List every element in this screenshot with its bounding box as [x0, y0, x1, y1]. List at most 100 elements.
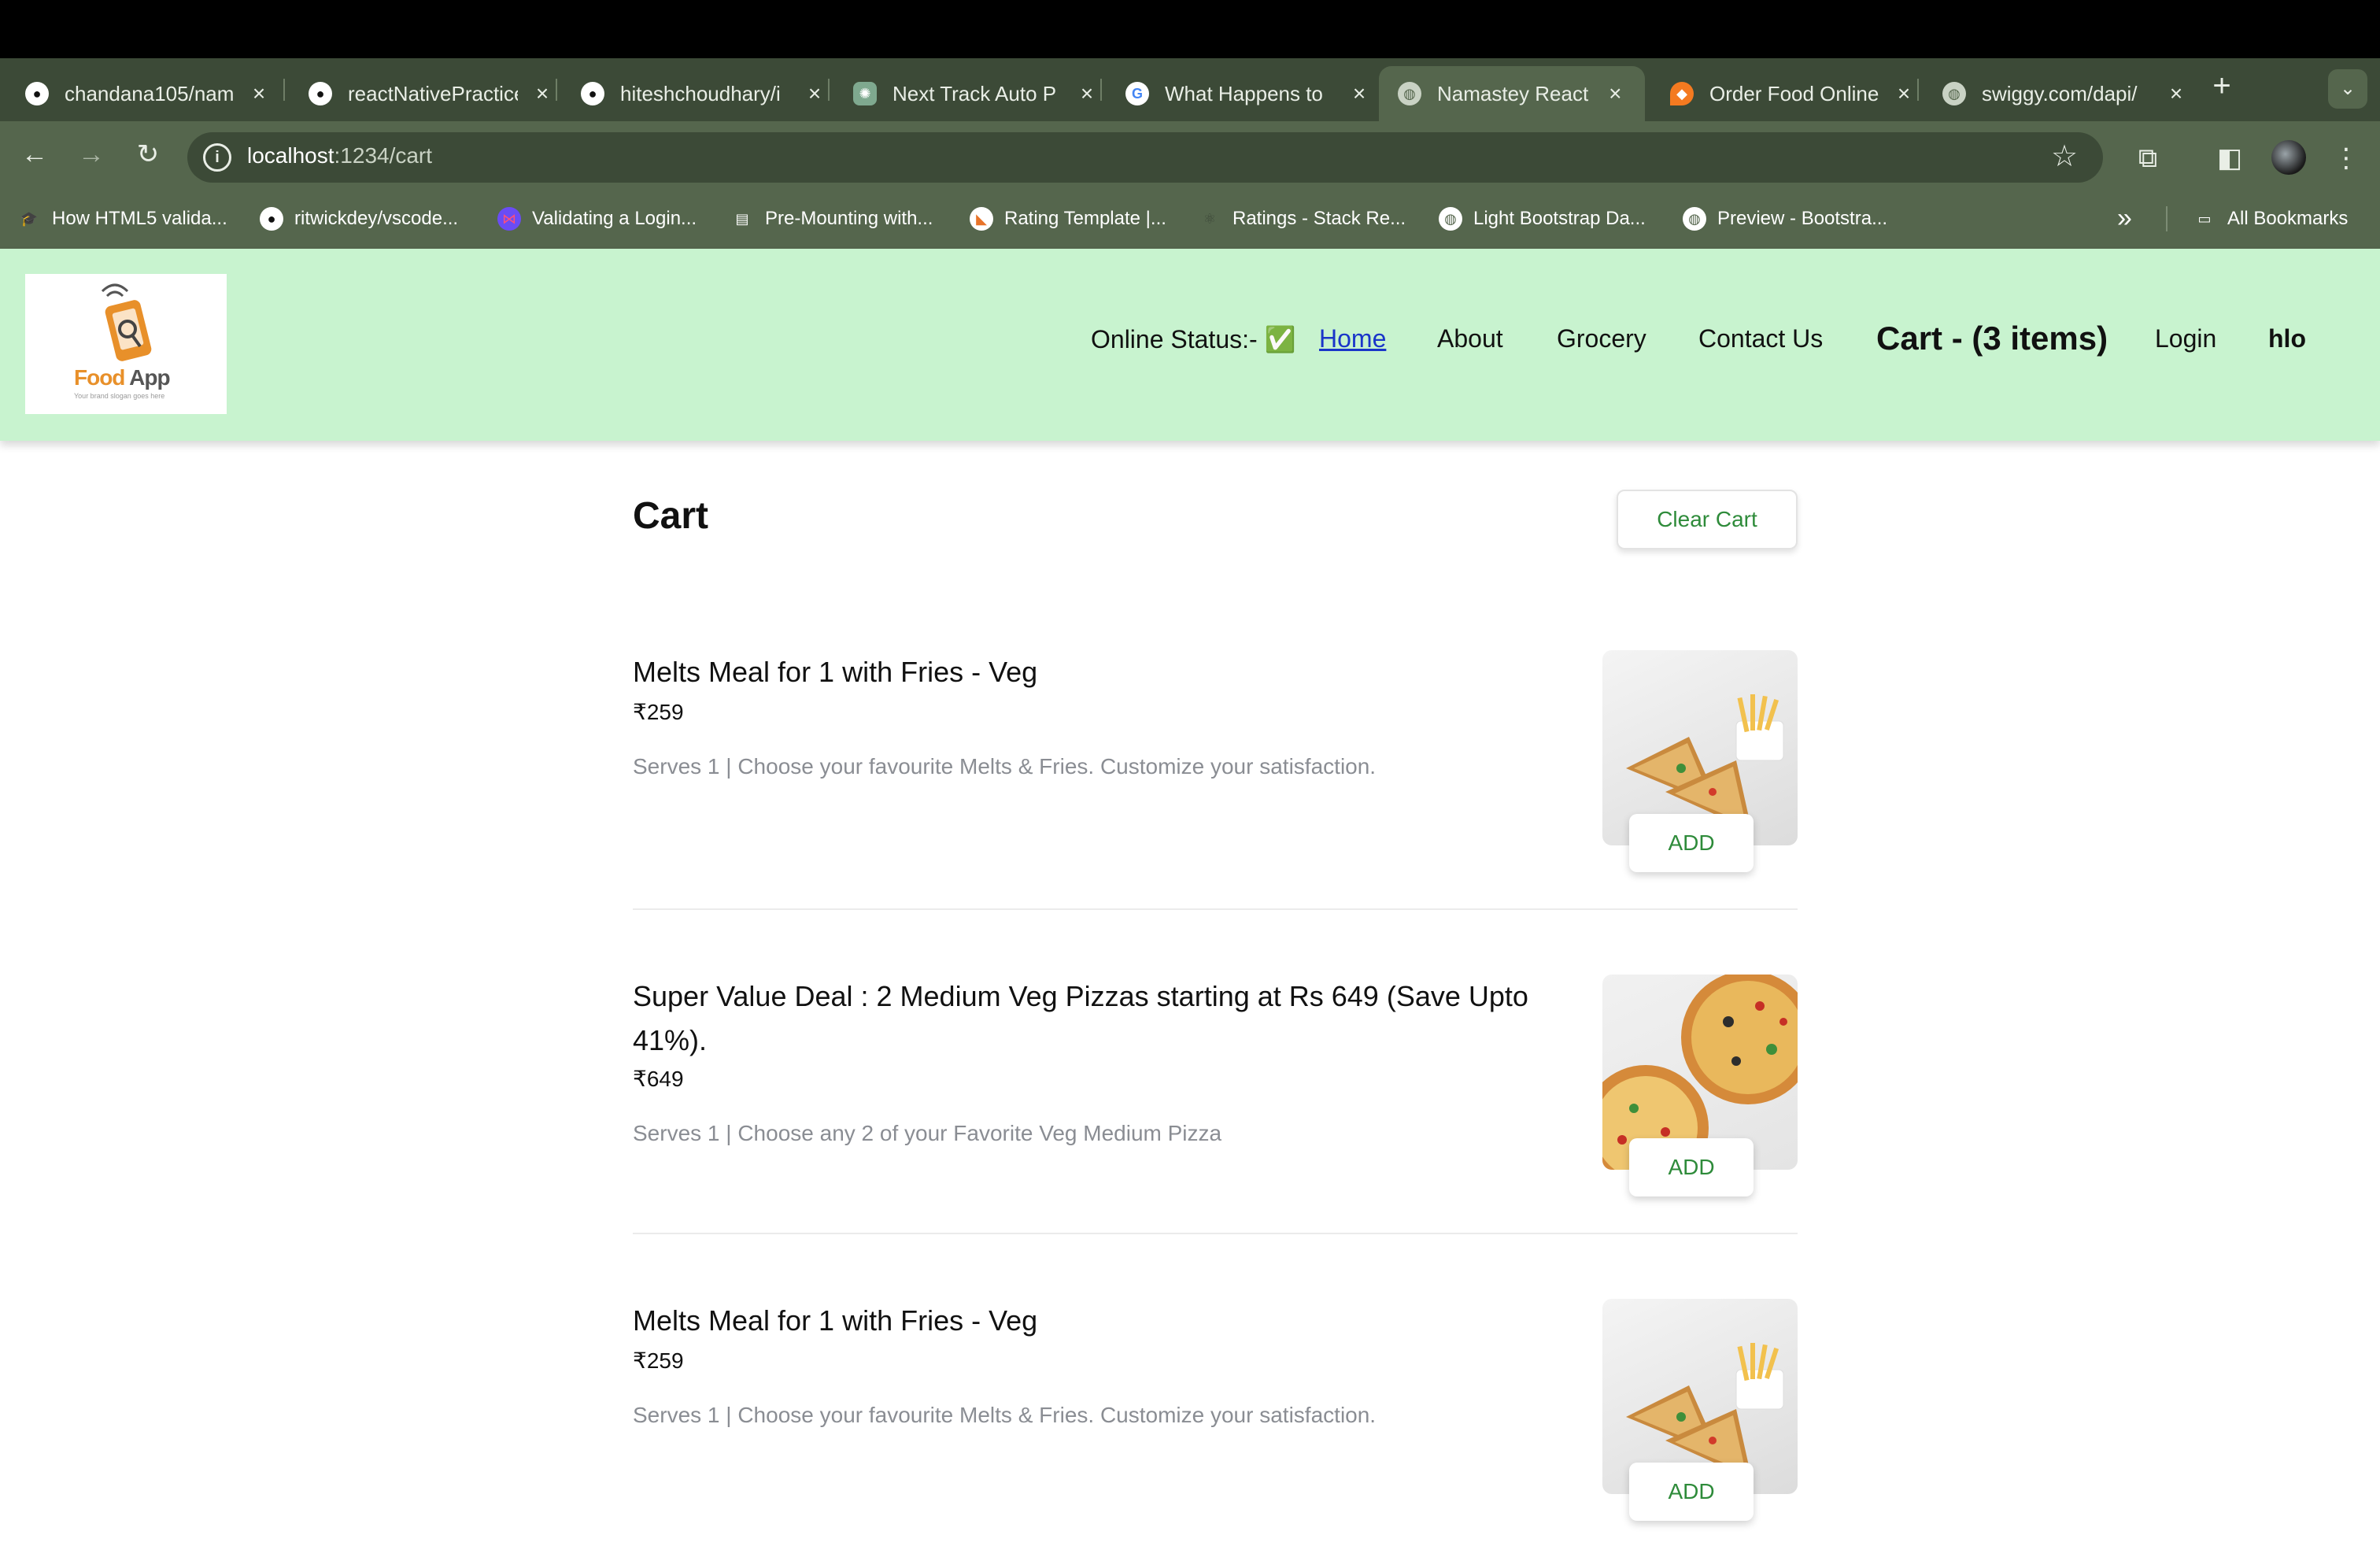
bookmark-item[interactable]: ⚛ Ratings - Stack Re... — [1198, 205, 1406, 233]
profile-avatar[interactable] — [2271, 140, 2306, 175]
browser-tab[interactable]: ● hiteshchoudhary/i × — [562, 66, 845, 121]
close-icon[interactable]: × — [1347, 81, 1371, 106]
github-icon: ● — [260, 207, 283, 231]
back-arrow-icon[interactable]: ← — [13, 132, 57, 176]
bookmark-item[interactable]: 🎓 How HTML5 valida... — [17, 205, 227, 233]
close-icon[interactable]: × — [1075, 81, 1099, 106]
nav-grocery-link[interactable]: Grocery — [1557, 324, 1646, 353]
bookmark-label: Rating Template |... — [1004, 208, 1166, 229]
tab-separator — [1917, 79, 1919, 101]
tab-search-button[interactable]: ⌄ — [2328, 69, 2367, 109]
site-info-icon[interactable]: i — [203, 143, 231, 172]
bookmark-item[interactable]: ▤ Pre-Mounting with... — [730, 205, 933, 233]
all-bookmarks-button[interactable]: ▭ All Bookmarks — [2193, 205, 2348, 233]
folder-icon: ▭ — [2197, 210, 2212, 227]
address-url[interactable]: localhost:1234/cart — [247, 143, 432, 168]
github-icon: ● — [25, 82, 49, 105]
side-panel-icon[interactable]: ◧ — [2210, 139, 2249, 178]
add-button[interactable]: ADD — [1629, 1138, 1754, 1196]
bookmark-label: Validating a Login... — [532, 208, 697, 229]
all-bookmarks-label: All Bookmarks — [2227, 208, 2349, 229]
close-icon[interactable]: × — [530, 81, 554, 106]
tab-separator — [828, 79, 830, 101]
cart-item: Super Value Deal : 2 Medium Veg Pizzas s… — [633, 975, 1798, 1234]
tab-separator — [1100, 79, 1102, 101]
bookmark-label: Preview - Bootstra... — [1717, 208, 1888, 229]
app-logo[interactable]: Food App Your brand slogan goes here — [25, 274, 227, 414]
bookmark-item[interactable]: ⋈ Validating a Login... — [497, 205, 697, 233]
browser-tab[interactable]: ● reactNativePractice × — [290, 66, 573, 121]
globe-icon: ◍ — [1439, 207, 1462, 231]
tab-title: Namastey React — [1437, 81, 1589, 105]
browser-tab[interactable]: ✺ Next Track Auto P × — [834, 66, 1118, 121]
bookmark-item[interactable]: ◣ Rating Template |... — [970, 205, 1166, 233]
cart-item: Melts Meal for 1 with Fries - Veg ₹259 S… — [633, 650, 1798, 910]
page-title: Cart — [633, 495, 709, 537]
react-icon: ⚛ — [1203, 210, 1217, 227]
bookmark-item[interactable]: ◍ Preview - Bootstra... — [1683, 205, 1887, 233]
chatgpt-icon: ✺ — [853, 82, 877, 105]
address-bar[interactable] — [187, 132, 2103, 183]
close-icon[interactable]: × — [1892, 81, 1916, 106]
logo-text: Food App — [74, 365, 171, 390]
globe-icon: ◍ — [1683, 207, 1706, 231]
tab-title: Next Track Auto P — [893, 81, 1057, 105]
item-description: Serves 1 | Choose any 2 of your Favorite… — [633, 1121, 1222, 1145]
item-name: Melts Meal for 1 with Fries - Veg — [633, 1304, 1038, 1337]
bookmark-separator — [2166, 206, 2168, 231]
item-name: Super Value Deal : 2 Medium Veg Pizzas s… — [633, 980, 1528, 1056]
nav-contact-link[interactable]: Contact Us — [1698, 324, 1823, 353]
close-icon[interactable]: × — [2164, 81, 2188, 106]
google-icon: G — [1125, 82, 1149, 105]
tab-separator — [556, 79, 557, 101]
reload-icon[interactable]: ↻ — [126, 132, 170, 176]
logo-tagline: Your brand slogan goes here — [74, 392, 165, 400]
browser-tab[interactable]: ◍ swiggy.com/dapi/ × — [1924, 66, 2207, 121]
browser-tab[interactable]: ● chandana105/nam × — [6, 66, 290, 121]
close-icon[interactable]: × — [803, 81, 826, 106]
tab-separator — [283, 79, 285, 101]
item-price: ₹649 — [633, 1067, 684, 1091]
browser-tab-active[interactable]: ◍ Namastey React × — [1379, 66, 1645, 121]
item-name: Melts Meal for 1 with Fries - Veg — [633, 656, 1038, 688]
online-status: Online Status:- ✅ — [1091, 325, 1296, 353]
item-divider — [633, 1233, 1798, 1234]
more-menu-icon[interactable]: ⋮ — [2326, 139, 2366, 178]
clear-cart-button[interactable]: Clear Cart — [1617, 490, 1798, 549]
browser-tab[interactable]: ◆ Order Food Online × — [1651, 66, 1935, 121]
butterfly-icon: ⋈ — [497, 207, 521, 231]
bookmark-star-icon[interactable]: ☆ — [2051, 139, 2078, 174]
globe-icon: ◍ — [1398, 82, 1421, 105]
bookmark-item[interactable]: ● ritwickdey/vscode... — [260, 205, 458, 233]
forward-arrow-icon[interactable]: → — [69, 132, 113, 176]
tab-title: reactNativePractice — [348, 81, 518, 105]
item-description: Serves 1 | Choose your favourite Melts &… — [633, 754, 1377, 779]
login-button[interactable]: Login — [2155, 324, 2216, 353]
new-tab-button[interactable]: + — [2202, 68, 2241, 107]
bookmark-item[interactable]: ◍ Light Bootstrap Da... — [1439, 205, 1646, 233]
bookmark-label: Ratings - Stack Re... — [1232, 208, 1406, 229]
user-name: hlo — [2268, 324, 2306, 353]
extensions-icon[interactable]: ⧉ — [2128, 139, 2168, 178]
item-divider — [633, 908, 1798, 910]
globe-icon: ◍ — [1942, 82, 1966, 105]
tab-title: chandana105/nam — [65, 81, 235, 105]
tab-title: What Happens to — [1165, 81, 1323, 105]
github-icon: ● — [581, 82, 604, 105]
nav-about-link[interactable]: About — [1437, 324, 1503, 353]
browser-tab[interactable]: G What Happens to × — [1107, 66, 1390, 121]
add-button[interactable]: ADD — [1629, 814, 1754, 872]
close-icon[interactable]: × — [247, 81, 271, 106]
close-icon[interactable]: × — [1605, 81, 1626, 106]
book-icon: ▤ — [735, 210, 749, 227]
nav-home-link[interactable]: Home — [1319, 324, 1386, 353]
tab-title: hiteshchoudhary/i — [620, 81, 781, 105]
add-button[interactable]: ADD — [1629, 1463, 1754, 1521]
more-bookmarks-icon[interactable]: » — [2117, 203, 2132, 234]
bookmark-label: How HTML5 valida... — [52, 208, 227, 229]
cart-item: Melts Meal for 1 with Fries - Veg ₹259 S… — [633, 1299, 1798, 1546]
url-host: localhost — [247, 143, 334, 168]
nav-cart-link[interactable]: Cart - (3 items) — [1876, 320, 2108, 357]
bookmark-label: ritwickdey/vscode... — [294, 208, 459, 229]
tab-strip: ● chandana105/nam × ● reactNativePractic… — [0, 58, 2380, 121]
